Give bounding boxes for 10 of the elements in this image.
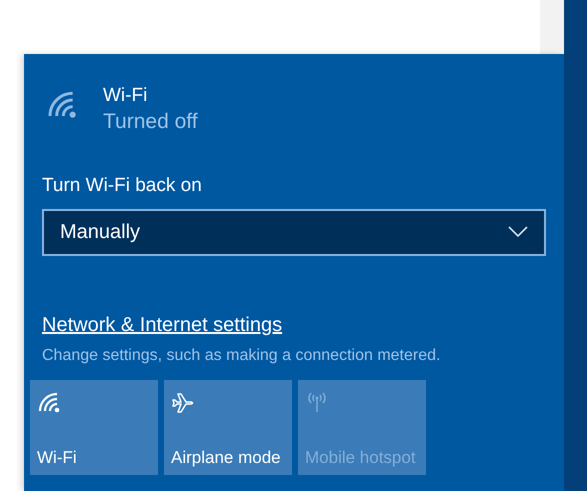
quick-action-tile[interactable]: Wi-Fi (30, 380, 158, 474)
settings-link[interactable]: Network & Internet settings (42, 310, 282, 340)
settings-description: Change settings, such as making a connection metered. (42, 346, 442, 366)
quick-action-tile[interactable]: Airplane mode (164, 380, 292, 474)
chevron-icon (508, 226, 528, 238)
setting-label: Turn Wi-Fi back on (42, 174, 203, 198)
window-edge (540, 0, 564, 54)
network-name: Wi-Fi (103, 84, 148, 108)
dropdown[interactable]: Manually (42, 208, 546, 256)
network-status: Turned off (103, 109, 198, 135)
